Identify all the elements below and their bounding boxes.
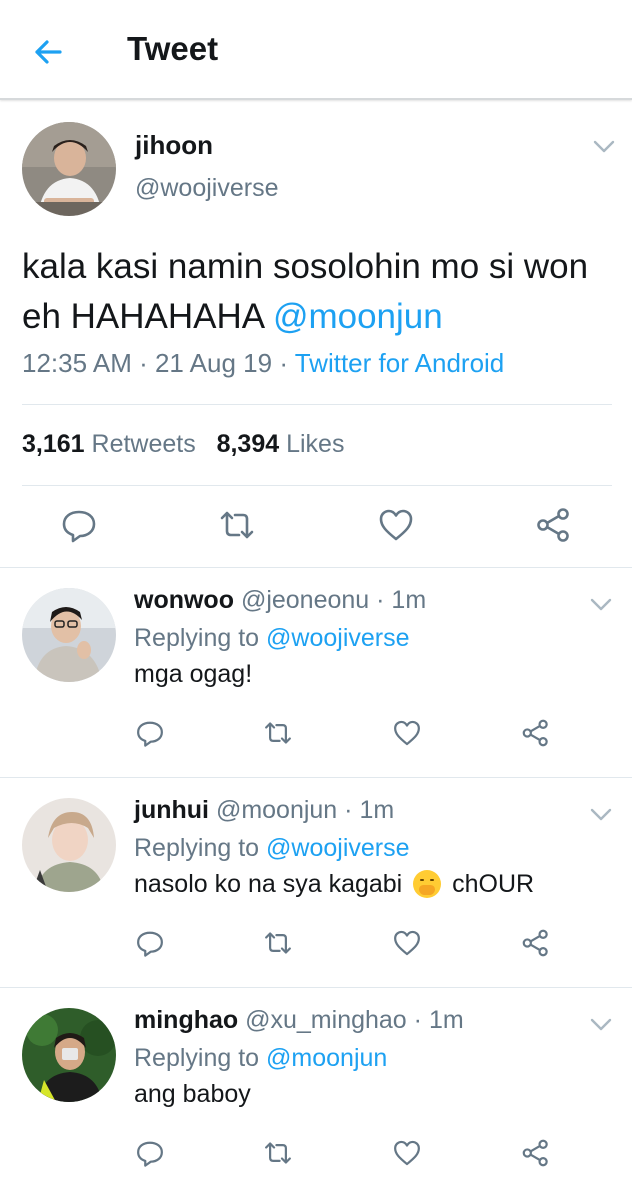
reply-icon[interactable] (135, 1138, 165, 1168)
reply-icon[interactable] (60, 506, 98, 544)
retweet-icon[interactable] (263, 718, 293, 748)
retweets-label: Retweets (91, 430, 196, 458)
reply-icon[interactable] (135, 718, 165, 748)
reply-text-tail: chOUR (452, 870, 535, 898)
reply-author-handle[interactable]: @jeoneonu (241, 586, 369, 614)
replying-to-label: Replying to (134, 624, 260, 652)
tweet-meta: 12:35 AM · 21 Aug 19 · Twitter for Andro… (22, 348, 504, 379)
mention-link[interactable]: @moonjun (266, 1044, 387, 1072)
share-icon[interactable] (521, 928, 551, 958)
mention-link[interactable]: @woojiverse (266, 834, 409, 862)
reply-tweet[interactable]: junhui @moonjun · 1m Replying to @woojiv… (0, 778, 632, 988)
avatar[interactable] (22, 798, 116, 892)
chevron-down-icon[interactable] (590, 1018, 612, 1032)
reply-text: nasolo ko na sya kagabi chOUR (134, 870, 534, 899)
retweet-icon[interactable] (263, 928, 293, 958)
chevron-down-icon[interactable] (590, 598, 612, 612)
like-heart-icon[interactable] (392, 718, 422, 748)
replying-to: Replying to @woojiverse (134, 624, 410, 653)
mention-link[interactable]: @woojiverse (266, 624, 409, 652)
likes-label: Likes (286, 430, 345, 458)
tweet-date: 21 Aug 19 (154, 348, 273, 378)
reply-author-name[interactable]: minghao (134, 1006, 238, 1034)
back-arrow-icon[interactable] (30, 34, 66, 70)
mention-link[interactable]: @moonjun (273, 297, 443, 336)
reply-header: minghao @xu_minghao · 1m (134, 1006, 464, 1035)
reply-author-name[interactable]: junhui (134, 796, 209, 824)
reply-text: mga ogag! (134, 660, 253, 688)
meta-sep: · (337, 796, 360, 824)
avatar[interactable] (22, 1008, 116, 1102)
tweet-text: kala kasi namin sosolohin mo si won eh H… (22, 242, 612, 342)
likes-count: 8,394 (216, 430, 280, 458)
likes-stat[interactable]: 8,394 Likes (217, 430, 345, 458)
reply-time: 1m (428, 1006, 464, 1034)
reply-tweet[interactable]: wonwoo @jeoneonu · 1m Replying to @wooji… (0, 568, 632, 778)
reply-time: 1m (391, 586, 427, 614)
like-heart-icon[interactable] (377, 506, 415, 544)
tweet-source-link[interactable]: Twitter for Android (295, 348, 505, 378)
retweet-icon[interactable] (263, 1138, 293, 1168)
reply-text-body: nasolo ko na sya kagabi (134, 870, 403, 898)
share-icon[interactable] (535, 506, 573, 544)
chevron-down-icon[interactable] (590, 808, 612, 822)
meta-sep: · (369, 586, 392, 614)
retweets-count: 3,161 (22, 430, 85, 458)
reply-tweet[interactable]: minghao @xu_minghao · 1m Replying to @mo… (0, 988, 632, 1198)
meta-sep: · (272, 348, 295, 378)
hand-over-mouth-emoji-icon (413, 870, 442, 898)
like-heart-icon[interactable] (392, 928, 422, 958)
retweets-stat[interactable]: 3,161 Retweets (22, 430, 196, 458)
reply-author-handle[interactable]: @moonjun (216, 796, 337, 824)
divider (22, 404, 612, 405)
avatar[interactable] (22, 588, 116, 682)
tweet-stats: 3,161 Retweets 8,394 Likes (22, 430, 344, 459)
meta-sep: · (406, 1006, 429, 1034)
replying-to-label: Replying to (134, 834, 260, 862)
like-heart-icon[interactable] (392, 1138, 422, 1168)
share-icon[interactable] (521, 718, 551, 748)
retweet-icon[interactable] (218, 506, 256, 544)
replying-to: Replying to @woojiverse (134, 834, 410, 863)
reply-header: wonwoo @jeoneonu · 1m (134, 586, 426, 615)
replying-to: Replying to @moonjun (134, 1044, 387, 1073)
reply-time: 1m (359, 796, 395, 824)
reply-icon[interactable] (135, 928, 165, 958)
meta-sep: · (131, 348, 155, 378)
top-bar: Tweet (0, 0, 632, 100)
author-handle[interactable]: @woojiverse (135, 174, 278, 203)
main-tweet: jihoon @woojiverse kala kasi namin sosol… (0, 102, 632, 568)
reply-header: junhui @moonjun · 1m (134, 796, 394, 825)
share-icon[interactable] (521, 1138, 551, 1168)
reply-text: ang baboy (134, 1080, 251, 1108)
chevron-down-icon[interactable] (593, 140, 615, 154)
page-title: Tweet (127, 30, 219, 67)
replying-to-label: Replying to (134, 1044, 260, 1072)
tweet-time: 12:35 AM (22, 348, 132, 378)
avatar[interactable] (22, 122, 116, 216)
reply-author-handle[interactable]: @xu_minghao (245, 1006, 407, 1034)
reply-author-name[interactable]: wonwoo (134, 586, 234, 614)
author-name[interactable]: jihoon (135, 130, 213, 161)
divider (22, 485, 612, 486)
